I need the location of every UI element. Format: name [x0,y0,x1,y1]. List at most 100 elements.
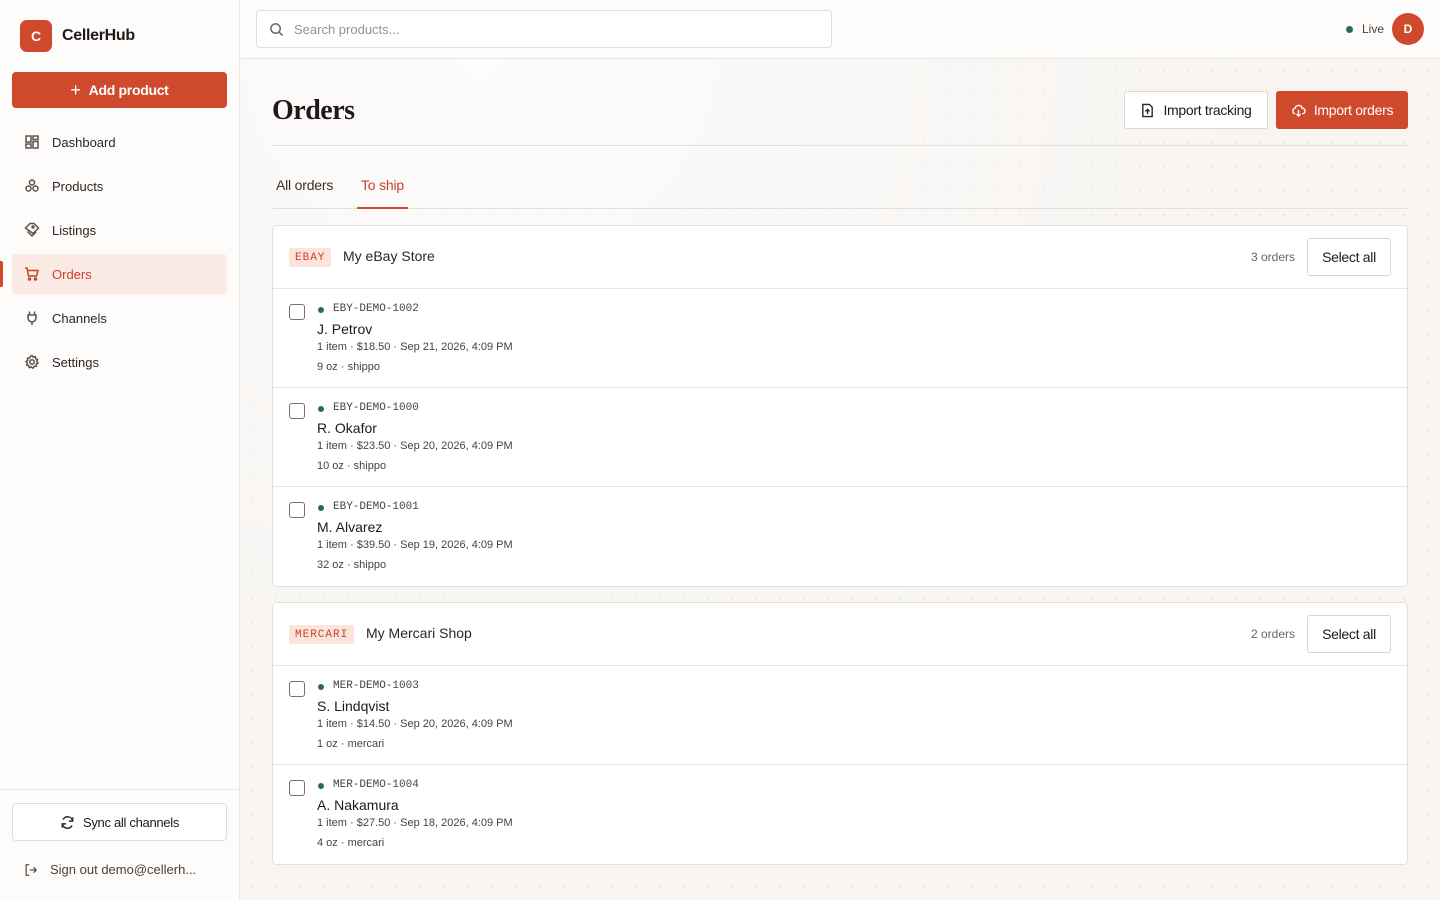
order-id: EBY-DEMO-1002 [333,303,419,315]
order-row: MER-DEMO-1004 A. Nakamura 1 item · $27.5… [273,765,1407,864]
sidebar-item-channels[interactable]: Channels [12,298,227,338]
order-meta: 1 item · $39.50 · Sep 19, 2026, 4:09 PM [317,539,513,551]
tag-icon [24,222,40,238]
import-orders-button[interactable]: Import orders [1276,91,1408,129]
customer-name: J. Petrov [317,321,373,337]
order-id: EBY-DEMO-1001 [333,501,419,513]
status-dot-icon [318,684,324,690]
order-row: EBY-DEMO-1001 M. Alvarez 1 item · $39.50… [273,487,1407,586]
shipping-info: 10 oz · shippo [317,460,387,472]
order-meta: 1 item · $18.50 · Sep 21, 2026, 4:09 PM [317,341,513,353]
header-divider [272,145,1408,146]
order-id: MER-DEMO-1003 [333,680,419,692]
brand[interactable]: C CellerHub [20,20,135,52]
order-meta: 1 item · $14.50 · Sep 20, 2026, 4:09 PM [317,718,513,730]
sync-label: Sync all channels [82,814,180,830]
order-tabs: All orders To ship [272,165,1408,209]
store-group-ebay: EBAY My eBay Store 3 orders Select all E… [272,225,1408,587]
shipping-info: 9 oz · shippo [317,361,380,373]
sidebar-item-dashboard[interactable]: Dashboard [12,122,227,162]
plug-icon [27,311,37,325]
order-checkbox[interactable] [289,304,305,320]
search-input[interactable] [294,21,794,37]
status-dot-icon [318,783,324,789]
import-orders-label: Import orders [1313,102,1394,118]
sidebar-item-listings[interactable]: Listings [12,210,227,250]
sidebar-item-label: Products [52,178,104,194]
live-dot-icon [1345,25,1353,33]
live-status: Live [1345,22,1384,36]
sidebar-item-settings[interactable]: Settings [12,342,227,382]
channel-badge: EBAY [289,248,332,267]
sign-out-label: Sign out demo@cellerh... [50,862,197,877]
plus-icon: + [70,80,81,100]
tab-to-ship[interactable]: To ship [357,177,408,209]
live-label: Live [1361,22,1384,36]
shipping-info: 32 oz · shippo [317,559,387,571]
refresh-icon [61,815,74,829]
channel-badge: MERCARI [289,625,355,644]
customer-name: S. Lindqvist [317,698,390,714]
order-row: MER-DEMO-1003 S. Lindqvist 1 item · $14.… [273,666,1407,765]
order-count: 3 orders [1250,250,1295,264]
sidebar-item-orders[interactable]: Orders [0,254,227,294]
topbar: Live D [240,0,1440,59]
order-checkbox[interactable] [289,780,305,796]
order-checkbox[interactable] [289,681,305,697]
select-all-button[interactable]: Select all [1307,238,1391,276]
sidebar-item-products[interactable]: Products [12,166,227,206]
shipping-info: 1 oz · mercari [317,738,385,750]
sidebar-item-label: Channels [52,310,107,326]
sidebar-item-label: Orders [52,266,92,282]
sidebar-footer: Sync all channels Sign out demo@cellerh.… [0,789,239,877]
brand-name: CellerHub [62,27,135,44]
select-all-button[interactable]: Select all [1307,615,1391,653]
order-meta: 1 item · $23.50 · Sep 20, 2026, 4:09 PM [317,440,513,452]
page-title: Orders [272,95,355,126]
add-product-button[interactable]: + Add product [12,72,227,108]
status-dot-icon [318,406,324,412]
order-row: EBY-DEMO-1002 J. Petrov 1 item · $18.50 … [273,289,1407,388]
shipping-info: 4 oz · mercari [317,837,385,849]
order-meta: 1 item · $27.50 · Sep 18, 2026, 4:09 PM [317,817,513,829]
dashboard-icon [25,135,39,149]
avatar[interactable]: D [1392,13,1424,45]
sync-all-channels-button[interactable]: Sync all channels [12,803,227,841]
customer-name: M. Alvarez [317,519,383,535]
cloud-download-icon [1291,104,1306,117]
store-header: MERCARI My Mercari Shop 2 orders Select … [273,603,1407,666]
status-dot-icon [318,505,324,511]
main-content: Orders Import tracking Import orders All… [240,59,1440,900]
store-group-mercari: MERCARI My Mercari Shop 2 orders Select … [272,602,1408,865]
order-checkbox[interactable] [289,403,305,419]
brand-logo: C [20,20,52,52]
customer-name: A. Nakamura [317,797,399,813]
store-name: My Mercari Shop [366,625,472,641]
order-count: 2 orders [1250,627,1295,641]
add-product-label: Add product [88,82,169,98]
sidebar: C CellerHub + Add product Dashboard Prod… [0,0,240,900]
sidebar-item-label: Listings [52,222,97,238]
sidebar-item-label: Dashboard [52,134,116,150]
sign-out-link[interactable]: Sign out demo@cellerh... [24,862,196,877]
file-upload-icon [1142,103,1154,117]
store-header: EBAY My eBay Store 3 orders Select all [273,226,1407,289]
cart-icon [25,267,39,281]
status-dot-icon [318,307,324,313]
products-icon [25,179,39,192]
sidebar-item-label: Settings [52,354,99,370]
store-name: My eBay Store [343,248,435,264]
order-checkbox[interactable] [289,502,305,518]
import-tracking-button[interactable]: Import tracking [1124,91,1268,129]
search-box[interactable] [256,10,832,48]
tab-all-orders[interactable]: All orders [276,177,333,208]
customer-name: R. Okafor [317,420,377,436]
search-icon [270,22,284,36]
logout-icon [25,863,38,876]
import-tracking-label: Import tracking [1163,102,1252,118]
order-id: EBY-DEMO-1000 [333,402,419,414]
sidebar-nav: Dashboard Products Listings Orders Chann… [0,122,227,386]
order-row: EBY-DEMO-1000 R. Okafor 1 item · $23.50 … [273,388,1407,487]
gear-icon [24,354,40,370]
order-id: MER-DEMO-1004 [333,779,419,791]
